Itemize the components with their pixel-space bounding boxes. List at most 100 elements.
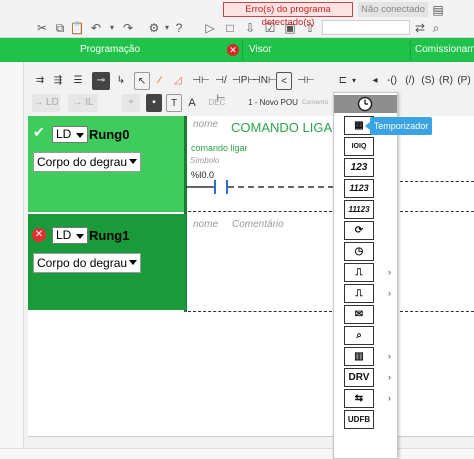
submenu-arrow-icon: › bbox=[388, 372, 391, 382]
coil-p-icon[interactable]: (P) bbox=[456, 72, 472, 90]
menu-item-step[interactable]: ⎍ bbox=[344, 284, 374, 303]
check-icon: ✔ bbox=[33, 124, 45, 140]
menu-item-num16[interactable]: 123 bbox=[344, 158, 374, 177]
menu-item-num64[interactable]: 11123 bbox=[344, 200, 374, 219]
undo-icon[interactable]: ↶ bbox=[88, 20, 104, 36]
operation-block-icon[interactable]: ⊣⊢ bbox=[296, 72, 316, 90]
font-size-icon[interactable]: A bbox=[184, 94, 200, 112]
chevron-down-icon bbox=[76, 133, 84, 138]
eraser-icon[interactable]: ◿ bbox=[170, 72, 186, 90]
menu-item-clock[interactable]: ◷ bbox=[344, 242, 374, 261]
text-format-icon[interactable]: T bbox=[166, 94, 182, 112]
help-icon[interactable]: ? bbox=[171, 20, 187, 36]
memory-block-icon: ▦ bbox=[354, 120, 364, 131]
pencil-icon[interactable]: ∕ bbox=[152, 72, 168, 90]
menu-item-message[interactable]: ✉ bbox=[344, 305, 374, 324]
coil-s-icon[interactable]: (S) bbox=[420, 72, 436, 90]
info-icon[interactable]: ▤ bbox=[430, 2, 446, 18]
io-block-icon: IOIQ bbox=[351, 143, 367, 150]
rung-0-name-field[interactable]: nome bbox=[193, 119, 218, 130]
no-contact-icon[interactable]: ⊣⊢ bbox=[192, 72, 210, 90]
rung-1-language: LD bbox=[56, 228, 72, 242]
rung-1-language-select[interactable]: LD bbox=[52, 227, 88, 244]
convert-ld-button[interactable]: → LD bbox=[32, 94, 60, 112]
drive-icon: DRV bbox=[348, 372, 370, 383]
contact-symbol-field[interactable]: Símbolo bbox=[190, 156, 219, 165]
close-tab-icon[interactable]: ✕ bbox=[227, 44, 239, 56]
main-toolbar: ✂ ⧉ 📋 ↶ ▾ ↷ ⚙ ▾ ? ▷ □ ⇩ ☑ ▣ ⇧ Erro(s) do… bbox=[0, 0, 474, 38]
udfb-icon: UDFB bbox=[347, 415, 371, 424]
chevron-down-icon bbox=[129, 159, 137, 164]
wire-icon[interactable]: ↳ bbox=[112, 72, 130, 90]
pulse-icon: ⎍ bbox=[355, 267, 363, 278]
redo-icon[interactable]: ↷ bbox=[120, 20, 136, 36]
num-32bit-icon: 1123 bbox=[349, 183, 369, 193]
contact-variable-name[interactable]: comando ligar bbox=[191, 143, 248, 153]
tab-divider bbox=[242, 40, 243, 60]
connection-status-badge: Não conectado bbox=[358, 2, 428, 17]
menu-item-timer[interactable] bbox=[334, 95, 397, 113]
error-status-badge[interactable]: Erro(s) do programa detectado(s) bbox=[223, 2, 353, 28]
tab-visor[interactable]: Visor bbox=[249, 38, 272, 62]
falling-contact-icon[interactable]: ⊣N⊢ bbox=[252, 72, 277, 90]
download-icon[interactable]: ⇩ bbox=[242, 20, 258, 36]
rung-0-comment[interactable]: COMANDO LIGAR bbox=[231, 120, 342, 135]
cut-icon[interactable]: ✂ bbox=[34, 20, 50, 36]
chevron-down-icon bbox=[76, 234, 84, 239]
search-device-icon[interactable]: ⌕ bbox=[428, 20, 444, 36]
menu-item-pulse[interactable]: ⎍ bbox=[344, 263, 374, 282]
ld-label: LD bbox=[45, 97, 59, 108]
rising-contact-icon[interactable]: ⊣P⊢ bbox=[232, 72, 256, 90]
error-icon: ✕ bbox=[32, 228, 46, 242]
convert-il-button[interactable]: → IL bbox=[68, 94, 98, 112]
coil-neg-icon[interactable]: (/) bbox=[402, 72, 418, 90]
insert-rung-after-icon[interactable]: ⇶ bbox=[50, 72, 66, 90]
rung-0-body-select[interactable]: Corpo do degrau bbox=[33, 152, 141, 172]
pointer-icon[interactable]: ↖ bbox=[134, 72, 150, 90]
add-button[interactable]: + bbox=[122, 94, 140, 112]
compare-block-icon[interactable]: < bbox=[276, 72, 292, 90]
nc-contact-icon[interactable]: ⊣/⊢ bbox=[212, 72, 230, 104]
rung-1-comment-field[interactable]: Comentário bbox=[232, 219, 284, 230]
menu-item-chart[interactable]: ▥ bbox=[344, 347, 374, 366]
horizontal-scrollbar[interactable] bbox=[28, 436, 474, 444]
step-icon: ⎍ bbox=[355, 288, 363, 299]
clock-icon: ◷ bbox=[354, 246, 364, 257]
rung-0-contact-wire bbox=[186, 180, 334, 194]
dec-button[interactable]: DEC bbox=[206, 94, 228, 112]
contact-mode-icon[interactable]: ⊸ bbox=[92, 72, 110, 90]
tab-comissionamento[interactable]: Comissionamento bbox=[415, 38, 474, 62]
tab-programacao[interactable]: Programação bbox=[80, 38, 140, 62]
menu-item-io[interactable]: IOIQ bbox=[344, 137, 374, 156]
copy-icon[interactable]: ⧉ bbox=[52, 20, 68, 36]
coil-set-icon[interactable]: -() bbox=[384, 72, 400, 90]
undo-dropdown-icon[interactable]: ▾ bbox=[104, 20, 120, 36]
tab-bar: Programação ✕ Visor Comissionamento bbox=[0, 38, 474, 62]
submenu-arrow-icon: › bbox=[388, 351, 391, 361]
target-select[interactable] bbox=[322, 20, 410, 35]
comment-toggle-icon[interactable]: ▪ bbox=[146, 94, 162, 112]
tab-divider bbox=[410, 40, 411, 60]
rung-1-name: Rung1 bbox=[89, 228, 130, 243]
insert-rung-icon[interactable]: ⇉ bbox=[32, 72, 48, 90]
menu-item-drive[interactable]: DRV bbox=[344, 368, 374, 387]
coil-icon[interactable]: ◂ bbox=[368, 72, 382, 90]
menu-item-num32[interactable]: 1123 bbox=[344, 179, 374, 198]
menu-item-counter[interactable]: ⟳ bbox=[344, 221, 374, 240]
rung-options-icon[interactable]: ☰ bbox=[70, 72, 86, 90]
exchange-icon: ⇆ bbox=[354, 393, 364, 404]
menu-item-search[interactable]: ⌕ bbox=[344, 326, 374, 345]
search-icon: ⌕ bbox=[356, 330, 362, 341]
rung-1-body-select[interactable]: Corpo do degrau bbox=[33, 253, 141, 273]
stop-icon[interactable]: □ bbox=[222, 20, 238, 36]
connect-icon[interactable]: ⇄ bbox=[412, 20, 428, 36]
side-panel bbox=[0, 62, 24, 459]
menu-item-exchange[interactable]: ⇆ bbox=[344, 389, 374, 408]
run-icon[interactable]: ▷ bbox=[202, 20, 218, 36]
menu-item-udfb[interactable]: UDFB bbox=[344, 410, 374, 429]
rung-0-language-select[interactable]: LD bbox=[52, 126, 88, 143]
paste-icon[interactable]: 📋 bbox=[69, 20, 85, 36]
coil-r-icon[interactable]: (R) bbox=[438, 72, 454, 90]
rung-1-name-field[interactable]: nome bbox=[193, 219, 218, 230]
function-block-dropdown-icon[interactable]: ▾ bbox=[350, 72, 358, 90]
